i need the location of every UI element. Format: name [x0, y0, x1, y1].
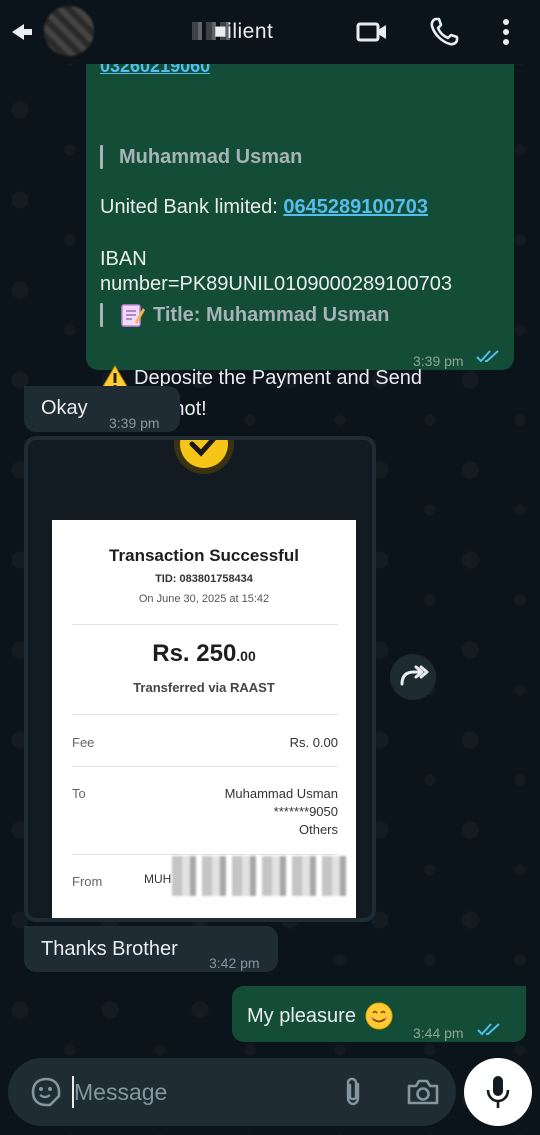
forward-icon [400, 665, 429, 686]
quote-title: Title: Muhammad Usman [100, 302, 389, 328]
bank-label: United Bank limited: [100, 196, 284, 218]
message-bank-details[interactable]: 03260219060 Muhammad Usman United Bank l… [86, 60, 514, 420]
message-text: Thanks Brother [41, 938, 178, 960]
receipt-zigzag-edge [52, 514, 356, 522]
more-options-icon[interactable] [492, 16, 520, 48]
divider [72, 624, 338, 625]
video-call-icon[interactable] [356, 16, 388, 48]
forward-button[interactable] [390, 654, 436, 700]
to-bank: Others [298, 822, 338, 837]
receipt-card: Transaction Successful TID: 083801758434… [52, 514, 356, 918]
quote-name: Muhammad Usman [100, 144, 302, 170]
divider [72, 766, 338, 767]
redacted-area [172, 856, 352, 896]
quote-bar [100, 303, 103, 327]
read-receipt-icon [476, 350, 499, 363]
message-time: 3:39 pm [109, 415, 160, 431]
avatar[interactable] [44, 6, 94, 56]
success-check-icon [174, 440, 234, 474]
voice-call-icon[interactable] [428, 16, 460, 48]
sticker-emoji-icon[interactable] [30, 1076, 62, 1108]
message-okay[interactable]: Okay 3:39 pm [24, 386, 180, 432]
phone-number-link[interactable]: 03260219060 [100, 64, 210, 78]
amount-decimal: .00 [236, 648, 256, 664]
from-name: MUH [144, 872, 172, 886]
quote-title-text: Title: Muhammad Usman [153, 304, 390, 326]
read-receipt-icon [477, 1023, 500, 1036]
receipt-title: Transaction Successful [109, 546, 299, 565]
quote-bar [100, 145, 103, 169]
to-account: *******9050 [273, 804, 338, 819]
deposit-text: Deposite the Payment and Send [134, 367, 422, 389]
attach-icon[interactable] [340, 1076, 368, 1108]
message-composer [8, 1058, 456, 1126]
message-time: 3:44 pm [413, 1025, 464, 1041]
message-time: 3:42 pm [209, 955, 260, 971]
receipt-via: Transferred via RAAST [133, 680, 275, 695]
receipt-date: On June 30, 2025 at 15:42 [138, 593, 270, 605]
to-label: To [72, 786, 86, 801]
microphone-icon [486, 1076, 510, 1108]
message-text-row: My pleasure [247, 1001, 394, 1031]
message-text: Okay [41, 397, 88, 419]
camera-icon[interactable] [406, 1076, 440, 1108]
receipt-image[interactable]: Transaction Successful TID: 083801758434… [28, 440, 372, 918]
divider [72, 714, 338, 715]
fee-label: Fee [72, 735, 95, 750]
from-label: From [72, 874, 103, 889]
divider [72, 854, 338, 855]
amount-main: Rs. 250 [152, 640, 237, 667]
receipt-amount: Rs. 250.00 [52, 640, 356, 668]
iban-label: IBAN [100, 248, 147, 270]
message-time: 3:39 pm [413, 353, 464, 369]
contact-name[interactable]: ■ilient [214, 20, 273, 44]
message-thanks[interactable]: Thanks Brother 3:42 pm [24, 926, 278, 972]
back-icon[interactable] [10, 22, 34, 42]
message-text: My pleasure [247, 1005, 356, 1027]
fee-value: Rs. 0.00 [289, 735, 338, 750]
smiling-face-emoji-icon [365, 1002, 393, 1030]
quote-text: Muhammad Usman [119, 146, 303, 168]
message-receipt-image[interactable]: Transaction Successful TID: 083801758434… [24, 436, 376, 922]
iban-number: number=PK89UNIL0109000289100703 [100, 273, 452, 295]
voice-record-button[interactable] [464, 1058, 532, 1126]
memo-icon [121, 304, 145, 327]
receipt-tid: TID: 083801758434 [155, 573, 253, 585]
account-number-link[interactable]: 0645289100703 [283, 196, 428, 218]
chat-header: ■ilient [0, 0, 540, 64]
to-name: Muhammad Usman [224, 786, 338, 801]
message-input[interactable] [74, 1074, 324, 1110]
bank-line: United Bank limited: 0645289100703 [100, 194, 428, 220]
message-my-pleasure[interactable]: My pleasure 3:44 pm [232, 986, 526, 1042]
